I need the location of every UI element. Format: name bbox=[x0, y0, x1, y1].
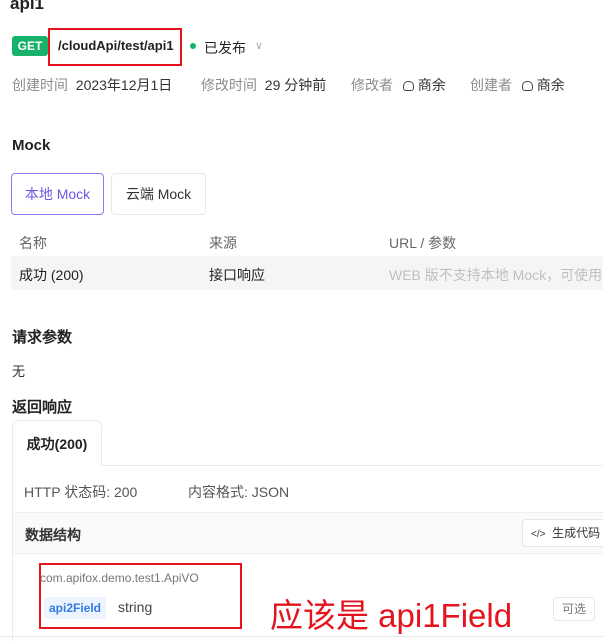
table-header-name: 名称 bbox=[19, 235, 47, 251]
user-icon bbox=[521, 81, 533, 91]
creator: 创建者 商余 bbox=[470, 75, 565, 95]
tab-local-mock[interactable]: 本地 Mock bbox=[11, 173, 104, 215]
status-text[interactable]: 已发布 bbox=[204, 38, 246, 58]
request-params-value: 无 bbox=[12, 364, 26, 379]
creator-label: 创建者 bbox=[470, 77, 512, 93]
method-badge: GET bbox=[12, 36, 48, 56]
highlight-box-path bbox=[48, 28, 182, 66]
mock-section-title: Mock bbox=[12, 137, 51, 154]
annotation-text: 应该是 api1Field bbox=[270, 597, 513, 634]
field-type: string bbox=[118, 599, 153, 615]
api-title: api1 bbox=[10, 0, 45, 13]
mock-table: 名称 来源 URL / 参数 成功 (200) 接口响应 WEB 版不支持本地 … bbox=[11, 226, 603, 290]
field-required-badge: 可选 bbox=[553, 597, 595, 621]
request-section-title: 请求参数 bbox=[12, 329, 73, 346]
table-header-url: URL / 参数 bbox=[389, 235, 457, 251]
table-row[interactable]: 成功 (200) 接口响应 WEB 版不支持本地 Mock，可使用 bbox=[11, 256, 603, 290]
http-status: HTTP 状态码: 200 bbox=[24, 484, 138, 500]
table-header-source: 来源 bbox=[209, 235, 237, 251]
code-icon: </> bbox=[531, 529, 546, 540]
field-name[interactable]: api2Field bbox=[44, 597, 107, 619]
response-section-title: 返回响应 bbox=[12, 399, 73, 416]
table-cell-name: 成功 (200) bbox=[19, 267, 84, 283]
created-time: 创建时间 2023年12月1日 bbox=[12, 75, 172, 95]
status-dot-icon bbox=[190, 43, 196, 49]
created-time-label: 创建时间 bbox=[12, 77, 68, 93]
schema-header-bar bbox=[13, 512, 603, 554]
generate-code-label: 生成代码 bbox=[552, 526, 601, 540]
tab-cloud-mock[interactable]: 云端 Mock bbox=[111, 173, 206, 215]
schema-label: 数据结构 bbox=[25, 527, 81, 543]
modified-time-label: 修改时间 bbox=[201, 77, 257, 93]
schema-class-name: com.apifox.demo.test1.ApiVO bbox=[40, 571, 199, 585]
modified-time-value: 29 分钟前 bbox=[264, 77, 327, 93]
table-cell-source: 接口响应 bbox=[209, 267, 265, 283]
modifier: 修改者 商余 bbox=[351, 75, 446, 95]
modified-time: 修改时间 29 分钟前 bbox=[201, 75, 326, 95]
content-format: 内容格式: JSON bbox=[188, 484, 290, 500]
created-time-value: 2023年12月1日 bbox=[75, 77, 173, 93]
generate-code-button[interactable]: </> 生成代码 bbox=[522, 519, 603, 547]
tab-response-200[interactable]: 成功(200) bbox=[12, 420, 102, 466]
bottom-divider bbox=[0, 636, 603, 637]
modifier-label: 修改者 bbox=[351, 77, 393, 93]
table-header-row: 名称 来源 URL / 参数 bbox=[11, 226, 603, 256]
chevron-down-icon[interactable]: ∨ bbox=[255, 39, 263, 52]
table-cell-url: WEB 版不支持本地 Mock，可使用 bbox=[389, 267, 603, 283]
modifier-value[interactable]: 商余 bbox=[418, 77, 446, 93]
user-icon bbox=[402, 81, 414, 91]
creator-value[interactable]: 商余 bbox=[537, 77, 565, 93]
